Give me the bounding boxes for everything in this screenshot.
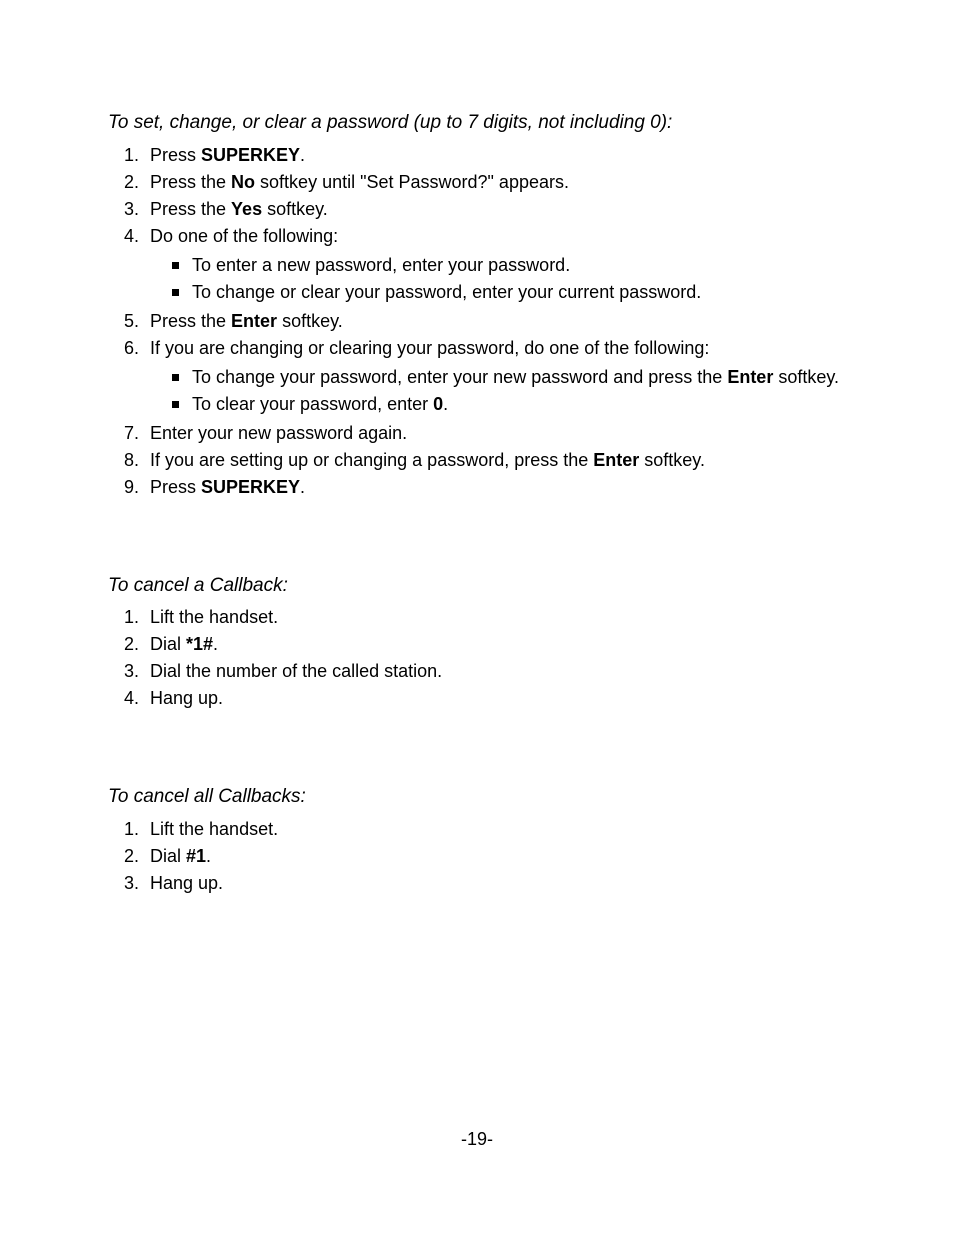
- page-number: -19-: [0, 1129, 954, 1150]
- text-run: Press: [150, 477, 201, 497]
- text-run: To enter a new password, enter your pass…: [192, 255, 570, 275]
- step-item: Hang up.: [144, 870, 864, 897]
- text-run: To change or clear your password, enter …: [192, 282, 701, 302]
- text-run: Do one of the following:: [150, 226, 338, 246]
- bold-text: SUPERKEY: [201, 477, 300, 497]
- text-run: Press: [150, 145, 201, 165]
- text-run: softkey until "Set Password?" appears.: [255, 172, 569, 192]
- bold-text: SUPERKEY: [201, 145, 300, 165]
- text-run: If you are setting up or changing a pass…: [150, 450, 593, 470]
- instruction-section: To cancel a Callback: Lift the handset. Di…: [108, 573, 864, 713]
- bold-text: Enter: [727, 367, 773, 387]
- text-run: Dial: [150, 846, 186, 866]
- step-item: Press the No softkey until "Set Password…: [144, 169, 864, 196]
- text-run: .: [213, 634, 218, 654]
- step-item: Hang up.: [144, 685, 864, 712]
- text-run: Lift the handset.: [150, 819, 278, 839]
- step-item: If you are setting up or changing a pass…: [144, 447, 864, 474]
- text-run: .: [300, 145, 305, 165]
- step-item: Lift the handset.: [144, 604, 864, 631]
- text-run: Hang up.: [150, 873, 223, 893]
- text-run: If you are changing or clearing your pas…: [150, 338, 709, 358]
- bold-text: Enter: [593, 450, 639, 470]
- substep-list: To change your password, enter your new …: [172, 364, 864, 418]
- instruction-section: To cancel all Callbacks: Lift the handset…: [108, 784, 864, 897]
- step-item: Dial #1.: [144, 843, 864, 870]
- step-list: Lift the handset. Dial #1. Hang up.: [108, 816, 864, 897]
- text-run: .: [443, 394, 448, 414]
- text-run: Lift the handset.: [150, 607, 278, 627]
- step-item: Press SUPERKEY.: [144, 474, 864, 501]
- step-item: Dial *1#.: [144, 631, 864, 658]
- text-run: To change your password, enter your new …: [192, 367, 727, 387]
- substep-item: To enter a new password, enter your pass…: [172, 252, 864, 279]
- step-item: Press SUPERKEY.: [144, 142, 864, 169]
- bold-text: 0: [433, 394, 443, 414]
- text-run: softkey.: [277, 311, 343, 331]
- text-run: Hang up.: [150, 688, 223, 708]
- text-run: .: [300, 477, 305, 497]
- step-item: Press the Yes softkey.: [144, 196, 864, 223]
- instruction-section: To set, change, or clear a password (up …: [108, 110, 864, 501]
- text-run: Enter your new password again.: [150, 423, 407, 443]
- section-heading: To set, change, or clear a password (up …: [108, 110, 864, 136]
- page: To set, change, or clear a password (up …: [0, 0, 954, 1235]
- step-item: Press the Enter softkey.: [144, 308, 864, 335]
- text-run: Press the: [150, 311, 231, 331]
- text-run: .: [206, 846, 211, 866]
- substep-item: To clear your password, enter 0.: [172, 391, 864, 418]
- bold-text: Enter: [231, 311, 277, 331]
- text-run: Dial the number of the called station.: [150, 661, 442, 681]
- text-run: softkey.: [262, 199, 328, 219]
- step-item: Lift the handset.: [144, 816, 864, 843]
- substep-list: To enter a new password, enter your pass…: [172, 252, 864, 306]
- text-run: softkey.: [773, 367, 839, 387]
- text-run: Press the: [150, 172, 231, 192]
- text-run: Dial: [150, 634, 186, 654]
- section-heading: To cancel a Callback:: [108, 573, 864, 599]
- bold-text: Yes: [231, 199, 262, 219]
- bold-text: *1#: [186, 634, 213, 654]
- text-run: To clear your password, enter: [192, 394, 433, 414]
- substep-item: To change your password, enter your new …: [172, 364, 864, 391]
- step-item: Do one of the following: To enter a new p…: [144, 223, 864, 306]
- page-content: To set, change, or clear a password (up …: [108, 110, 864, 897]
- step-item: Enter your new password again.: [144, 420, 864, 447]
- bold-text: No: [231, 172, 255, 192]
- step-list: Press SUPERKEY.Press the No softkey unti…: [108, 142, 864, 501]
- step-item: Dial the number of the called station.: [144, 658, 864, 685]
- step-item: If you are changing or clearing your pas…: [144, 335, 864, 418]
- bold-text: #1: [186, 846, 206, 866]
- substep-item: To change or clear your password, enter …: [172, 279, 864, 306]
- step-list: Lift the handset. Dial *1#. Dial the numbe…: [108, 604, 864, 712]
- section-heading: To cancel all Callbacks:: [108, 784, 864, 810]
- text-run: softkey.: [639, 450, 705, 470]
- text-run: Press the: [150, 199, 231, 219]
